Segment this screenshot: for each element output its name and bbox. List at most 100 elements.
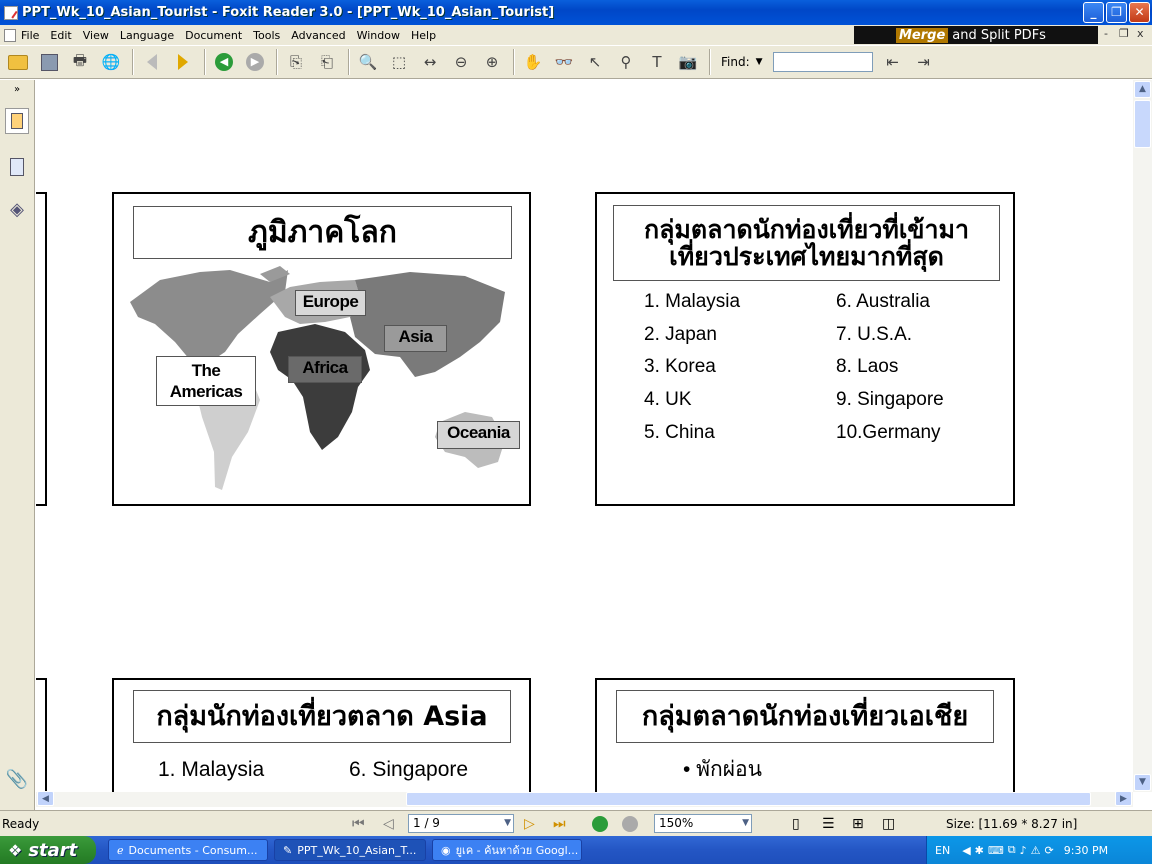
scroll-right-icon[interactable]: ▶: [1115, 791, 1132, 806]
volume-icon[interactable]: ♪: [1020, 844, 1027, 857]
continuous-facing-icon[interactable]: ◫: [882, 816, 895, 832]
go-forward-icon[interactable]: ▶: [243, 50, 267, 74]
menu-view[interactable]: View: [78, 29, 115, 42]
document-view[interactable]: ภูมิภาคโลก Europe Asia Africa The Americ…: [36, 80, 1133, 792]
mdi-minimize-button[interactable]: -: [1104, 27, 1108, 40]
zoom-in-tool-icon[interactable]: 🔍: [356, 50, 380, 74]
update-icon[interactable]: ⟳: [1045, 844, 1054, 857]
system-tray: EN ◀ ✱ ⌨ ⧉ ♪ ⚠ ⟳ 9:30 PM: [926, 836, 1152, 864]
text-select-icon[interactable]: T: [645, 50, 669, 74]
snapshot-icon[interactable]: 📷: [676, 50, 700, 74]
vertical-scroll-thumb[interactable]: [1134, 100, 1151, 148]
merge-split-ad-banner[interactable]: Merge and Split PDFs: [854, 26, 1098, 44]
map-label-asia: Asia: [384, 325, 447, 352]
expand-panel-icon[interactable]: »: [5, 82, 29, 96]
list-item: 2. Japan: [644, 323, 717, 345]
markets-list-col1: 1. Malaysia 2. Japan 3. Korea 4. UK 5. C…: [644, 286, 824, 450]
start-button[interactable]: ❖ start: [0, 836, 96, 864]
find-next-icon[interactable]: ⇥: [912, 50, 936, 74]
list-item: 5. China: [644, 421, 715, 443]
scroll-up-icon[interactable]: ▲: [1134, 81, 1151, 98]
last-page-icon[interactable]: ⏭: [553, 816, 566, 832]
menu-tools[interactable]: Tools: [248, 29, 286, 42]
rotate-left-icon[interactable]: ⎘: [284, 50, 308, 74]
page-number-text: 1 / 9: [413, 816, 440, 830]
vertical-scrollbar[interactable]: ▲ ▼: [1133, 80, 1152, 792]
horizontal-scroll-thumb[interactable]: [406, 792, 1091, 806]
find-options-chevron-icon[interactable]: ▼: [756, 57, 763, 67]
map-label-oceania: Oceania: [437, 421, 520, 449]
page-dropdown-chevron-icon[interactable]: ▼: [504, 815, 511, 832]
list-item: 8. Laos: [836, 356, 899, 378]
horizontal-scrollbar[interactable]: ◀ ▶: [36, 791, 1133, 807]
find-previous-icon[interactable]: ⇤: [881, 50, 905, 74]
layers-icon[interactable]: ◈: [5, 196, 29, 222]
map-label-americas: The Americas: [156, 356, 256, 406]
mdi-close-button[interactable]: x: [1137, 27, 1144, 40]
task-foxit[interactable]: ✎ PPT_Wk_10_Asian_T...: [274, 839, 426, 861]
fit-page-icon[interactable]: ⬚: [387, 50, 411, 74]
window-title: PPT_Wk_10_Asian_Tourist - Foxit Reader 3…: [22, 5, 555, 20]
fit-width-icon[interactable]: ↔: [418, 50, 442, 74]
restore-button[interactable]: ❐: [1106, 2, 1127, 23]
previous-page-icon[interactable]: ◁: [383, 816, 394, 832]
zoom-in-icon[interactable]: ⊕: [480, 50, 504, 74]
menu-help[interactable]: Help: [406, 29, 442, 42]
mdi-restore-button[interactable]: ❐: [1119, 27, 1129, 40]
status-back-icon[interactable]: [592, 816, 608, 832]
menu-advanced[interactable]: Advanced: [286, 29, 351, 42]
minimize-button[interactable]: _: [1083, 2, 1104, 23]
clock[interactable]: 9:30 PM: [1064, 844, 1108, 857]
select-arrow-icon[interactable]: ↖: [583, 50, 607, 74]
bookmarks-icon[interactable]: [5, 108, 29, 134]
menu-window[interactable]: Window: [352, 29, 406, 42]
go-back-icon[interactable]: ◀: [212, 50, 236, 74]
rotate-right-icon[interactable]: ⎗: [315, 50, 339, 74]
status-forward-icon[interactable]: [622, 816, 638, 832]
task-documents[interactable]: ℯ Documents - Consum...: [108, 839, 268, 861]
foxit-app-icon[interactable]: [4, 5, 18, 20]
menu-language[interactable]: Language: [115, 29, 180, 42]
email-icon[interactable]: 🌐: [99, 50, 123, 74]
list-item: 9. Singapore: [836, 389, 944, 411]
first-page-icon[interactable]: ⏮: [352, 816, 365, 832]
list-item: 3. Korea: [644, 356, 716, 378]
bluetooth-icon[interactable]: ✱: [975, 844, 984, 857]
print-icon[interactable]: 🖶: [68, 50, 92, 74]
task-label: ยูเค - ค้นหาด้วย Googl...: [455, 844, 579, 857]
task-label: Documents - Consum...: [128, 843, 258, 857]
page-number-field[interactable]: 1 / 9 ▼: [408, 814, 514, 833]
binoculars-icon[interactable]: ⚲: [614, 50, 638, 74]
network-icon[interactable]: ⧉: [1008, 843, 1016, 857]
single-page-icon[interactable]: ▯: [792, 816, 800, 832]
next-page-icon[interactable]: ▷: [524, 816, 535, 832]
close-button[interactable]: ✕: [1129, 2, 1150, 23]
attachments-icon[interactable]: 📎: [5, 766, 29, 792]
tray-expand-icon[interactable]: ◀: [962, 844, 970, 857]
language-indicator[interactable]: EN: [935, 844, 950, 857]
find-input[interactable]: [772, 52, 873, 72]
scroll-left-icon[interactable]: ◀: [37, 791, 54, 806]
save-icon[interactable]: [37, 50, 61, 74]
continuous-page-icon[interactable]: ☰: [822, 816, 835, 832]
facing-pages-icon[interactable]: ⊞: [852, 816, 864, 832]
previous-view-icon[interactable]: [140, 50, 164, 74]
list-item: 6. Singapore: [349, 758, 469, 781]
zoom-dropdown-chevron-icon[interactable]: ▼: [742, 815, 749, 832]
pages-icon[interactable]: [5, 154, 29, 180]
zoom-out-icon[interactable]: ⊖: [449, 50, 473, 74]
menu-edit[interactable]: Edit: [45, 29, 77, 42]
menu-document[interactable]: Document: [180, 29, 248, 42]
zoom-field[interactable]: 150% ▼: [654, 814, 752, 833]
hand-tool-icon[interactable]: ✋: [521, 50, 545, 74]
start-label: start: [28, 839, 78, 861]
security-alert-icon[interactable]: ⚠: [1031, 844, 1041, 857]
scroll-down-icon[interactable]: ▼: [1134, 774, 1151, 791]
next-view-icon[interactable]: [171, 50, 195, 74]
open-icon[interactable]: [6, 50, 30, 74]
task-firefox[interactable]: ◉ ยูเค - ค้นหาด้วย Googl...: [432, 839, 582, 861]
document-icon[interactable]: [4, 28, 16, 42]
glasses-icon[interactable]: 👓: [552, 50, 576, 74]
keyboard-icon[interactable]: ⌨: [988, 844, 1004, 857]
menu-file[interactable]: File: [16, 29, 45, 42]
